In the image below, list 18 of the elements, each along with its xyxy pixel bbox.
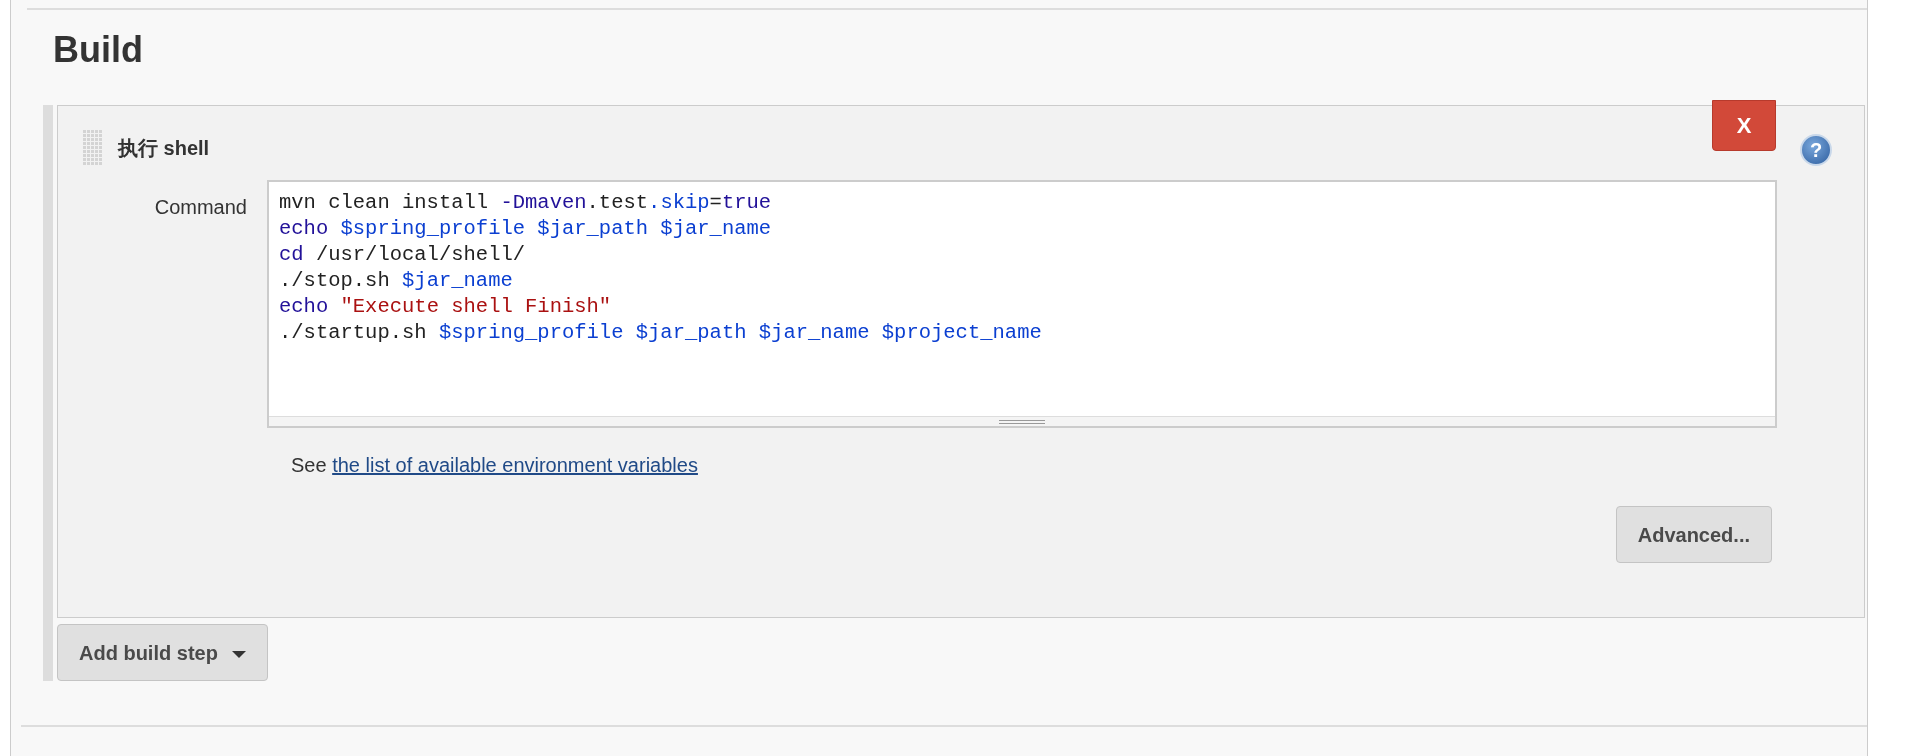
env-variables-link[interactable]: the list of available environment variables xyxy=(332,454,698,477)
caret-icon xyxy=(231,650,246,658)
section-heading: Build xyxy=(53,28,144,72)
help-text: See the list of available environment variables xyxy=(291,453,699,479)
advanced-button[interactable]: Advanced... xyxy=(1615,506,1772,564)
field-label: Command xyxy=(153,195,247,221)
resize-handle-icon[interactable] xyxy=(999,420,1045,425)
drag-handle-icon[interactable] xyxy=(82,130,104,167)
add-build-step-button[interactable]: Add build step xyxy=(57,624,268,682)
step-title: 执行 shell xyxy=(118,136,210,162)
code-line: mvn clean install -Dmaven.test.skip=true xyxy=(279,190,773,217)
code-line: ./stop.sh $jar_name xyxy=(279,268,514,295)
delete-button[interactable]: X xyxy=(1712,100,1776,152)
code-line: ./startup.sh $spring_profile $jar_path $jar_name $project_name xyxy=(279,320,1043,347)
code-line: cd /usr/local/shell/ xyxy=(279,242,527,269)
command-field[interactable] xyxy=(267,180,1777,429)
code-line: echo "Execute shell Finish" xyxy=(279,294,613,321)
code-line: echo $spring_profile $jar_path $jar_name xyxy=(279,216,773,243)
